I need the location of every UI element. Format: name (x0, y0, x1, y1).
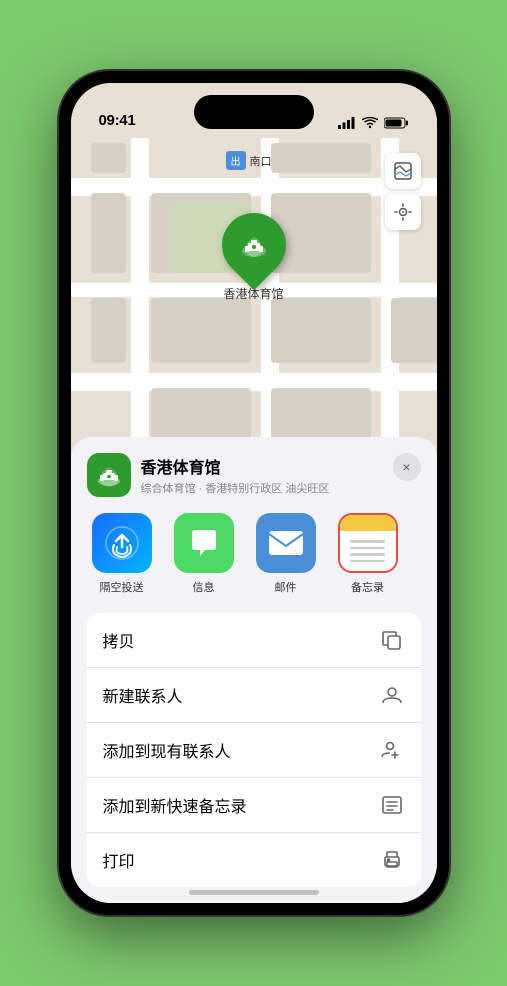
home-indicator (189, 890, 319, 895)
mail-icon-box (256, 513, 316, 573)
venue-icon (87, 453, 131, 497)
venue-header: 香港体育馆 综合体育馆 · 香港特别行政区 油尖旺区 × (87, 453, 421, 497)
action-copy[interactable]: 拷贝 (87, 613, 421, 668)
new-contact-icon (379, 682, 405, 708)
battery-icon (384, 117, 409, 129)
bottom-sheet: 香港体育馆 综合体育馆 · 香港特别行政区 油尖旺区 × (71, 437, 437, 903)
venue-name: 香港体育馆 (141, 454, 421, 478)
map-exit-label: 出 南口 (226, 151, 272, 170)
share-mail[interactable]: 邮件 (251, 513, 321, 595)
quick-note-label: 添加到新快速备忘录 (103, 793, 247, 817)
mail-label: 邮件 (275, 579, 297, 595)
more-dots (415, 513, 421, 573)
copy-icon (379, 627, 405, 653)
venue-subtitle: 综合体育馆 · 香港特别行政区 油尖旺区 (141, 480, 421, 496)
action-new-contact[interactable]: 新建联系人 (87, 668, 421, 723)
exit-type: 出 (226, 151, 246, 170)
venue-info: 香港体育馆 综合体育馆 · 香港特别行政区 油尖旺区 (141, 454, 421, 496)
new-contact-label: 新建联系人 (103, 683, 183, 707)
print-icon (379, 847, 405, 873)
signal-icon (338, 117, 356, 129)
share-more[interactable] (415, 513, 421, 595)
copy-label: 拷贝 (103, 628, 135, 652)
map-type-button[interactable] (385, 153, 421, 189)
share-airdrop[interactable]: 隔空投送 (87, 513, 157, 595)
wifi-icon (362, 117, 378, 129)
exit-name: 南口 (250, 153, 272, 169)
airdrop-icon-box (92, 513, 152, 573)
notes-label: 备忘录 (351, 579, 384, 595)
status-icons (338, 117, 409, 129)
add-contact-icon (379, 737, 405, 763)
action-list: 拷贝 新建联系人 (87, 613, 421, 887)
action-print[interactable]: 打印 (87, 833, 421, 887)
pin-inner (229, 220, 279, 270)
action-quick-note[interactable]: 添加到新快速备忘录 (87, 778, 421, 833)
notes-icon-box (338, 513, 398, 573)
pin-body (208, 200, 299, 291)
share-message[interactable]: 信息 (169, 513, 239, 595)
share-notes[interactable]: 备忘录 (333, 513, 403, 595)
phone-frame: 09:41 (59, 71, 449, 915)
dynamic-island (194, 95, 314, 129)
action-add-contact[interactable]: 添加到现有联系人 (87, 723, 421, 778)
airdrop-label: 隔空投送 (100, 579, 144, 595)
status-time: 09:41 (99, 112, 136, 129)
phone-screen: 09:41 (71, 83, 437, 903)
share-row: 隔空投送 信息 (87, 513, 421, 595)
map-controls[interactable] (385, 153, 421, 230)
close-button[interactable]: × (393, 453, 421, 481)
quick-note-icon (379, 792, 405, 818)
message-icon-box (174, 513, 234, 573)
print-label: 打印 (103, 848, 135, 872)
location-button[interactable] (385, 194, 421, 230)
add-contact-label: 添加到现有联系人 (103, 738, 231, 762)
message-label: 信息 (193, 579, 215, 595)
location-pin: 香港体育馆 (222, 213, 286, 302)
